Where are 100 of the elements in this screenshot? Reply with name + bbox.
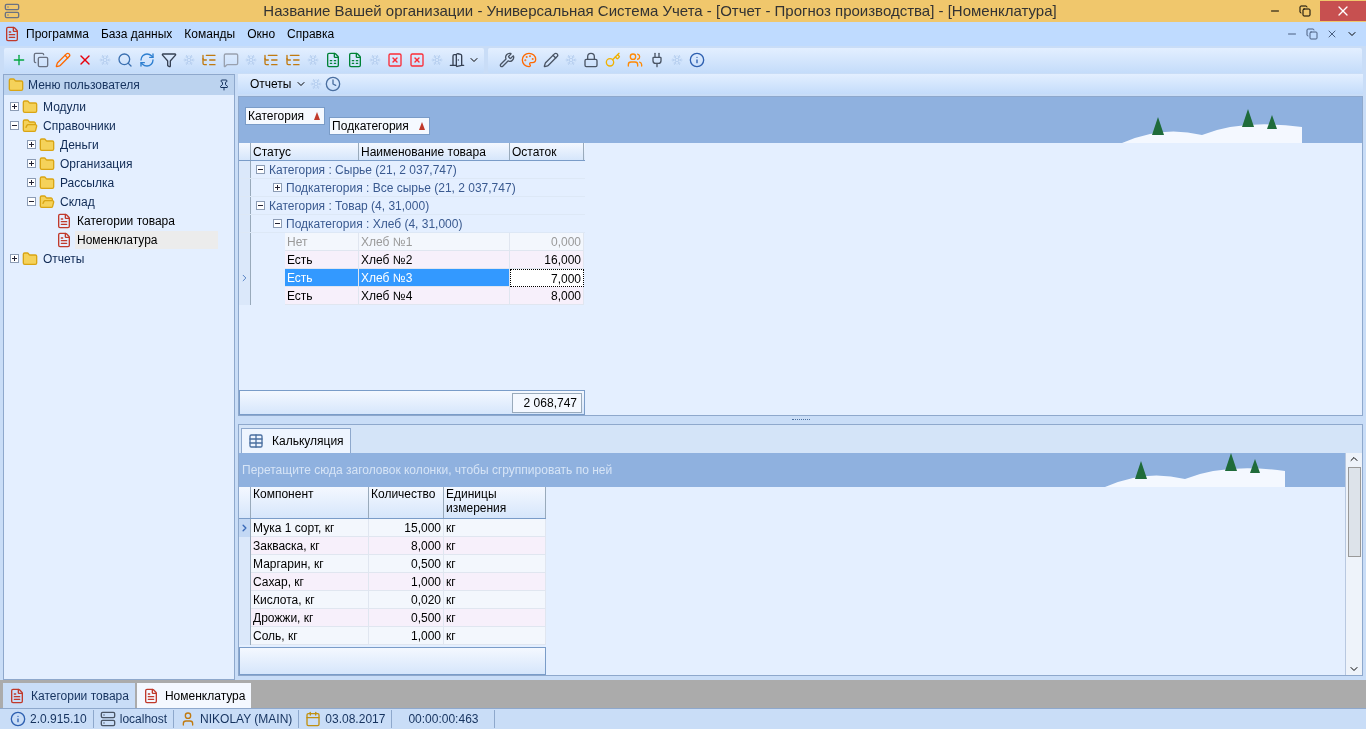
menu-item[interactable]: Программа	[20, 25, 95, 43]
collapse-icon[interactable]	[256, 201, 265, 210]
group-chip[interactable]: Категория	[245, 107, 326, 125]
tree-item[interactable]: Рассылка	[58, 173, 117, 192]
form-icon	[56, 231, 72, 248]
expand-icon[interactable]	[27, 178, 36, 187]
table-cell: 8,000	[510, 287, 584, 305]
snowflake-icon	[565, 54, 577, 66]
menu-item[interactable]: Окно	[241, 25, 282, 43]
snowflake-icon	[310, 78, 323, 90]
folder-icon	[8, 77, 24, 93]
collapse-icon[interactable]	[27, 197, 36, 206]
column-header[interactable]: Единицы измерения	[444, 487, 546, 518]
calendar-icon	[305, 711, 322, 727]
splitter-handle[interactable]	[791, 419, 810, 421]
folder-icon	[39, 136, 55, 153]
app-icon	[4, 3, 20, 19]
collapse-icon[interactable]	[273, 219, 282, 228]
table-cell: Нет	[285, 233, 359, 251]
status-text: 00:00:00:463	[407, 711, 480, 728]
tree-item[interactable]: Деньги	[58, 135, 101, 154]
form-icon	[9, 687, 25, 704]
group-row-label: Категория : Сырье (21, 2 037,747)	[269, 161, 457, 179]
marker-icon	[416, 121, 427, 131]
status-text: 03.08.2017	[325, 711, 386, 728]
snowflake-icon	[369, 54, 381, 66]
table-cell: Есть	[285, 269, 359, 287]
info-icon	[10, 711, 26, 727]
restore-icon	[1306, 28, 1318, 40]
table-cell: Хлеб №3	[359, 269, 510, 287]
folder-icon	[22, 98, 38, 115]
expand-icon[interactable]	[27, 159, 36, 168]
group-row-label: Категория : Товар (4, 31,000)	[269, 197, 430, 215]
tree-item[interactable]: Модули	[41, 97, 88, 116]
collapse-icon[interactable]	[10, 121, 19, 130]
folder-icon	[39, 155, 55, 172]
column-header[interactable]: Количество	[369, 487, 444, 518]
server-icon	[99, 711, 116, 727]
menu-item[interactable]: Справка	[281, 25, 341, 43]
table-cell: Хлеб №2	[359, 251, 510, 269]
table-cell: Есть	[285, 251, 359, 269]
scrollbar[interactable]	[1345, 453, 1362, 675]
expand-icon[interactable]	[273, 183, 282, 192]
expand-icon[interactable]	[10, 254, 19, 263]
snowflake-icon	[245, 54, 257, 66]
status-text: localhost	[119, 711, 168, 728]
open-folder-icon	[39, 193, 55, 210]
menu-item[interactable]: Команды	[178, 25, 242, 43]
tree-item[interactable]: Организация	[58, 154, 135, 173]
group-row-label: Подкатегория : Все сырье (21, 2 037,747)	[286, 179, 516, 197]
window-title: Название Вашей организации - Универсальная Система Учета - [Отчет - Прогноз производства] - [Номенклатура]	[262, 0, 1058, 21]
marker-icon	[312, 111, 323, 121]
tree-item[interactable]: Категории товара	[75, 211, 177, 230]
table-cell: кг	[444, 627, 546, 645]
document-tab[interactable]: Категории товара	[3, 683, 135, 708]
table-cell: 0,000	[510, 233, 584, 251]
snowflake-icon	[671, 54, 683, 66]
table-cell: Есть	[285, 287, 359, 305]
folder-icon	[22, 250, 38, 267]
pin-icon	[218, 79, 230, 91]
tree-item[interactable]: Склад	[58, 192, 97, 211]
table-cell: Хлеб №1	[359, 233, 510, 251]
folder-icon	[39, 174, 55, 191]
table-cell: 7,000	[510, 269, 584, 287]
expand-icon[interactable]	[10, 102, 19, 111]
panel-title: Меню пользователя	[28, 77, 141, 94]
snowflake-icon	[183, 54, 195, 66]
form-icon	[4, 26, 20, 42]
group-chip[interactable]: Подкатегория	[329, 117, 430, 135]
clock-icon	[325, 76, 342, 92]
tree-item[interactable]: Отчеты	[41, 249, 87, 268]
column-header[interactable]: Наименование товара	[359, 143, 510, 160]
table-cell: 1,000	[369, 627, 444, 645]
tree-item[interactable]: Номенклатура	[75, 230, 218, 249]
total-summary: 2 068,747	[512, 392, 582, 413]
column-header[interactable]: Остаток	[510, 143, 584, 160]
column-header[interactable]: Компонент	[251, 487, 369, 518]
table-icon	[248, 433, 264, 449]
scroll-thumb[interactable]	[1347, 467, 1361, 557]
column-header[interactable]: Статус	[251, 143, 359, 160]
snowflake-icon	[99, 54, 111, 66]
close-icon	[1326, 28, 1338, 40]
status-text: NIKOLAY (MAIN)	[200, 711, 293, 728]
collapse-icon[interactable]	[256, 165, 265, 174]
expand-icon[interactable]	[27, 140, 36, 149]
group-row-label: Подкатегория : Хлеб (4, 31,000)	[286, 215, 463, 233]
reports-dropdown[interactable]: Отчеты	[250, 75, 308, 93]
tab[interactable]: Калькуляция	[241, 428, 351, 453]
document-tab[interactable]: Номенклатура	[136, 683, 252, 708]
snowflake-icon	[307, 54, 319, 66]
form-icon	[142, 687, 159, 704]
table-cell: 16,000	[510, 251, 584, 269]
close-button[interactable]	[1320, 1, 1366, 21]
open-folder-icon	[22, 117, 38, 134]
restore-icon	[1299, 5, 1311, 17]
table-cell: Хлеб №4	[359, 287, 510, 305]
menu-item[interactable]: База данных	[94, 25, 179, 43]
group-hint: Перетащите сюда заголовок колонки, чтобы сгруппировать по ней	[242, 462, 613, 479]
tree-item[interactable]: Справочники	[41, 116, 118, 135]
status-text: 2.0.915.10	[30, 711, 87, 728]
